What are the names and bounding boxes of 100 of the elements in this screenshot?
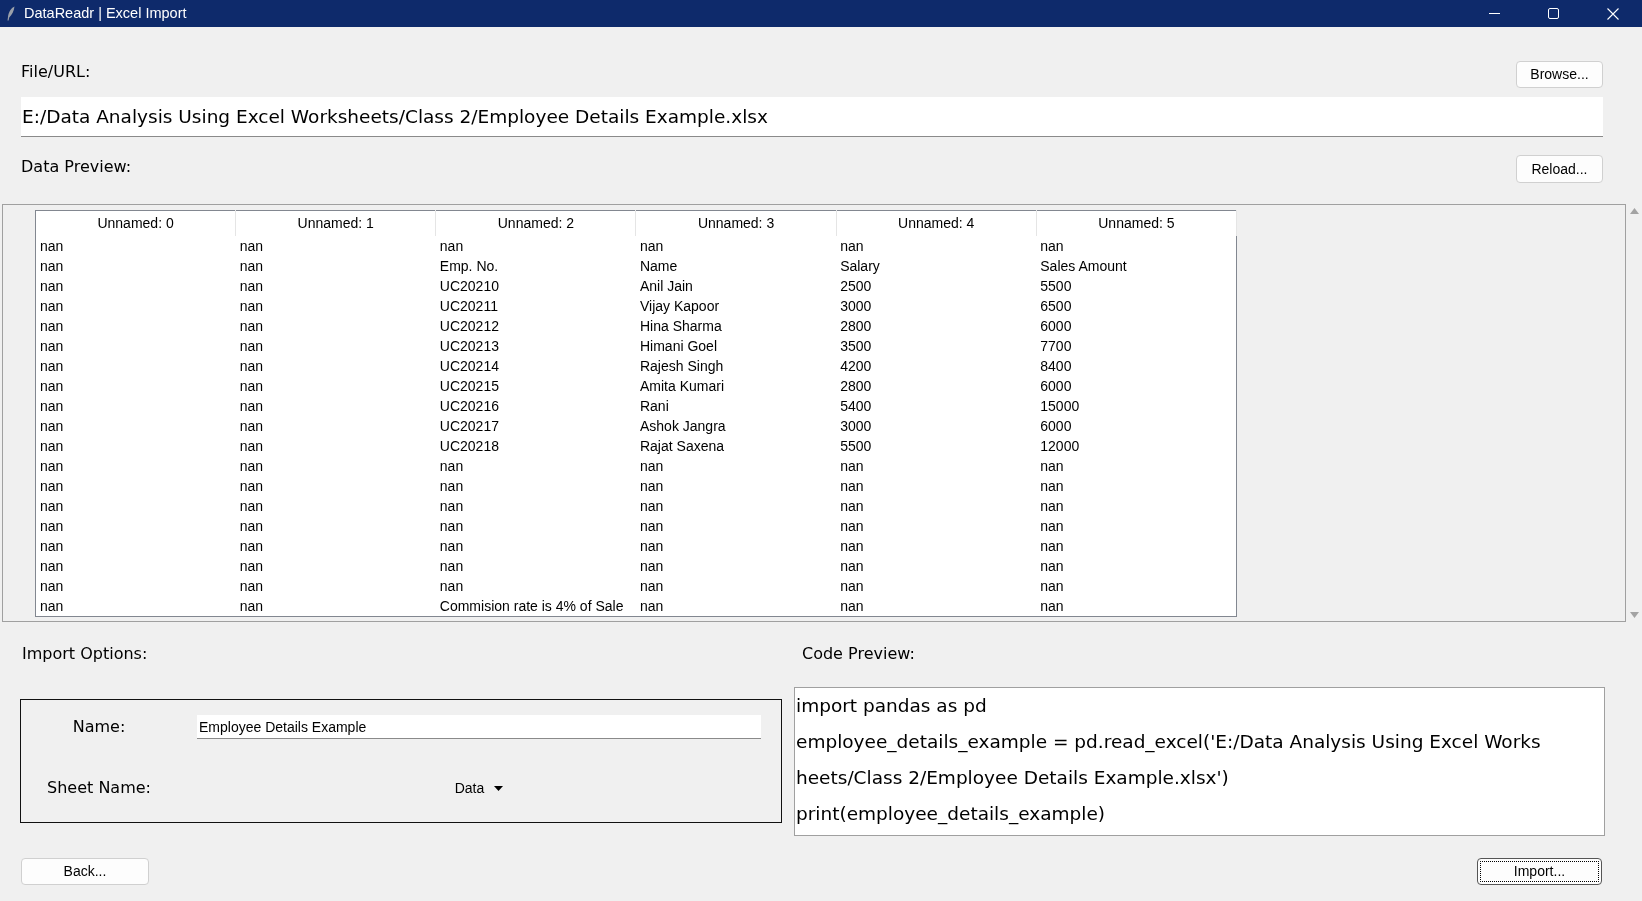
table-cell-text: nan bbox=[840, 476, 864, 496]
table-cell-text: nan bbox=[40, 496, 64, 516]
table-cell-text: nan bbox=[40, 296, 64, 316]
table-cell-text: Salary bbox=[840, 256, 880, 276]
code-line: print(employee_details_example) bbox=[796, 802, 1106, 827]
column-header[interactable]: Unnamed: 3 bbox=[635, 210, 837, 236]
code-line: import pandas as pd bbox=[796, 694, 988, 718]
table-cell-text: 2800 bbox=[840, 376, 872, 396]
table-cell-text: Rajesh Singh bbox=[639, 356, 724, 376]
table-cell-text: nan bbox=[40, 416, 64, 436]
table-cell-text: nan bbox=[639, 476, 664, 496]
column-header[interactable]: Unnamed: 0 bbox=[35, 210, 236, 236]
table-cell-text: nan bbox=[40, 436, 64, 456]
table-cell-text: nan bbox=[1040, 596, 1064, 616]
name-field[interactable]: Employee Details Example bbox=[197, 715, 761, 739]
code-line: heets/Class 2/Employee Details Example.xlsx') bbox=[796, 766, 1230, 790]
data-preview-label: Data Preview: bbox=[21, 157, 132, 177]
table-cell-text: 7700 bbox=[1040, 336, 1072, 356]
table-cell-text: Name bbox=[639, 256, 678, 276]
table-cell-text: 2500 bbox=[840, 276, 872, 296]
table-cell-text: UC20213 bbox=[439, 336, 499, 356]
table-cell-text: Hina Sharma bbox=[639, 316, 722, 336]
table-cell-text: nan bbox=[239, 316, 263, 336]
table-cell-text: 5500 bbox=[840, 436, 872, 456]
table-cell-text: nan bbox=[239, 416, 263, 436]
table-cell-text: nan bbox=[1040, 456, 1064, 476]
table-cell-text: nan bbox=[239, 256, 263, 276]
table-cell-text: nan bbox=[840, 236, 864, 256]
window-title: DataReadr | Excel Import bbox=[24, 3, 187, 23]
table-cell-text: nan bbox=[840, 456, 864, 476]
table-cell-text: Vijay Kapoor bbox=[639, 296, 720, 316]
table-cell-text: nan bbox=[40, 356, 64, 376]
table-cell-text: nan bbox=[40, 456, 64, 476]
table-cell-text: nan bbox=[40, 236, 64, 256]
table-cell-text: nan bbox=[239, 556, 263, 576]
close-icon[interactable] bbox=[1606, 7, 1619, 20]
import-options-label: Import Options: bbox=[22, 644, 148, 664]
table-cell-text: Amita Kumari bbox=[639, 376, 724, 396]
table-cell-text: nan bbox=[639, 516, 664, 536]
table-cell-text: UC20210 bbox=[439, 276, 499, 296]
table-cell-text: nan bbox=[239, 576, 263, 596]
table-cell-text: UC20214 bbox=[439, 356, 499, 376]
table-cell-text: nan bbox=[40, 396, 64, 416]
table-cell-text: nan bbox=[40, 256, 64, 276]
sheet-name-label: Sheet Name: bbox=[47, 778, 151, 798]
browse-button[interactable]: Browse... bbox=[1516, 61, 1603, 88]
table-cell-text: nan bbox=[239, 376, 263, 396]
table-cell-text: Emp. No. bbox=[439, 256, 499, 276]
table-cell-text: UC20216 bbox=[439, 396, 499, 416]
table-cell-text: nan bbox=[40, 576, 64, 596]
table-cell-text: nan bbox=[840, 596, 864, 616]
table-cell-text: nan bbox=[439, 536, 464, 556]
table-cell-text: nan bbox=[439, 236, 464, 256]
table-cell-text: Rajat Saxena bbox=[639, 436, 725, 456]
table-cell-text: nan bbox=[239, 456, 263, 476]
table-cell-text: nan bbox=[439, 496, 464, 516]
table-cell-text: nan bbox=[840, 496, 864, 516]
table-cell-text: nan bbox=[239, 436, 263, 456]
column-header[interactable]: Unnamed: 1 bbox=[235, 210, 436, 236]
table-cell-text: 8400 bbox=[1040, 356, 1072, 376]
table-cell-text: nan bbox=[40, 536, 64, 556]
column-header[interactable]: Unnamed: 5 bbox=[1036, 210, 1237, 236]
table-cell-text: nan bbox=[239, 396, 263, 416]
import-button[interactable]: Import... bbox=[1477, 858, 1602, 885]
table-cell-text: Himani Goel bbox=[639, 336, 717, 356]
table-cell-text: UC20217 bbox=[439, 416, 499, 436]
table-cell-text: nan bbox=[439, 456, 464, 476]
table-cell-text: nan bbox=[239, 596, 263, 616]
table-cell-text: nan bbox=[40, 596, 64, 616]
column-header[interactable]: Unnamed: 2 bbox=[435, 210, 636, 236]
table-cell-text: nan bbox=[1040, 576, 1064, 596]
table-cell-text: 3000 bbox=[840, 416, 872, 436]
name-label: Name: bbox=[72, 717, 126, 737]
table-cell-text: nan bbox=[639, 236, 664, 256]
column-header[interactable]: Unnamed: 4 bbox=[836, 210, 1037, 236]
table-cell-text: Rani bbox=[639, 396, 669, 416]
table-cell-text: nan bbox=[40, 556, 64, 576]
table-cell-text: 6000 bbox=[1040, 416, 1072, 436]
table-cell-text: 2800 bbox=[840, 316, 872, 336]
sheet-name-dropdown[interactable]: Data bbox=[450, 775, 508, 801]
table-cell-text: nan bbox=[639, 496, 664, 516]
reload-button[interactable]: Reload... bbox=[1516, 155, 1603, 183]
table-cell-text: Ashok Jangra bbox=[639, 416, 726, 436]
back-button[interactable]: Back... bbox=[21, 858, 149, 885]
table-cell-text: UC20215 bbox=[439, 376, 499, 396]
table-cell-text: nan bbox=[639, 536, 664, 556]
table-cell-text: Anil Jain bbox=[639, 276, 693, 296]
table-cell-text: nan bbox=[1040, 516, 1064, 536]
maximize-icon[interactable] bbox=[1548, 8, 1559, 19]
table-cell-text: Sales Amount bbox=[1040, 256, 1127, 276]
table-cell-text: nan bbox=[1040, 476, 1064, 496]
table-cell-text: nan bbox=[639, 556, 664, 576]
table-cell-text: 12000 bbox=[1040, 436, 1080, 456]
table-cell-text: nan bbox=[1040, 556, 1064, 576]
table-cell-text: 3500 bbox=[840, 336, 872, 356]
table-cell-text: 5400 bbox=[840, 396, 872, 416]
table-cell-text: nan bbox=[239, 476, 263, 496]
table-cell-text: nan bbox=[40, 276, 64, 296]
table-cell-text: UC20212 bbox=[439, 316, 499, 336]
file-url-field[interactable]: E:/Data Analysis Using Excel Worksheets/Class 2/Employee Details Example.xlsx bbox=[21, 97, 1603, 137]
